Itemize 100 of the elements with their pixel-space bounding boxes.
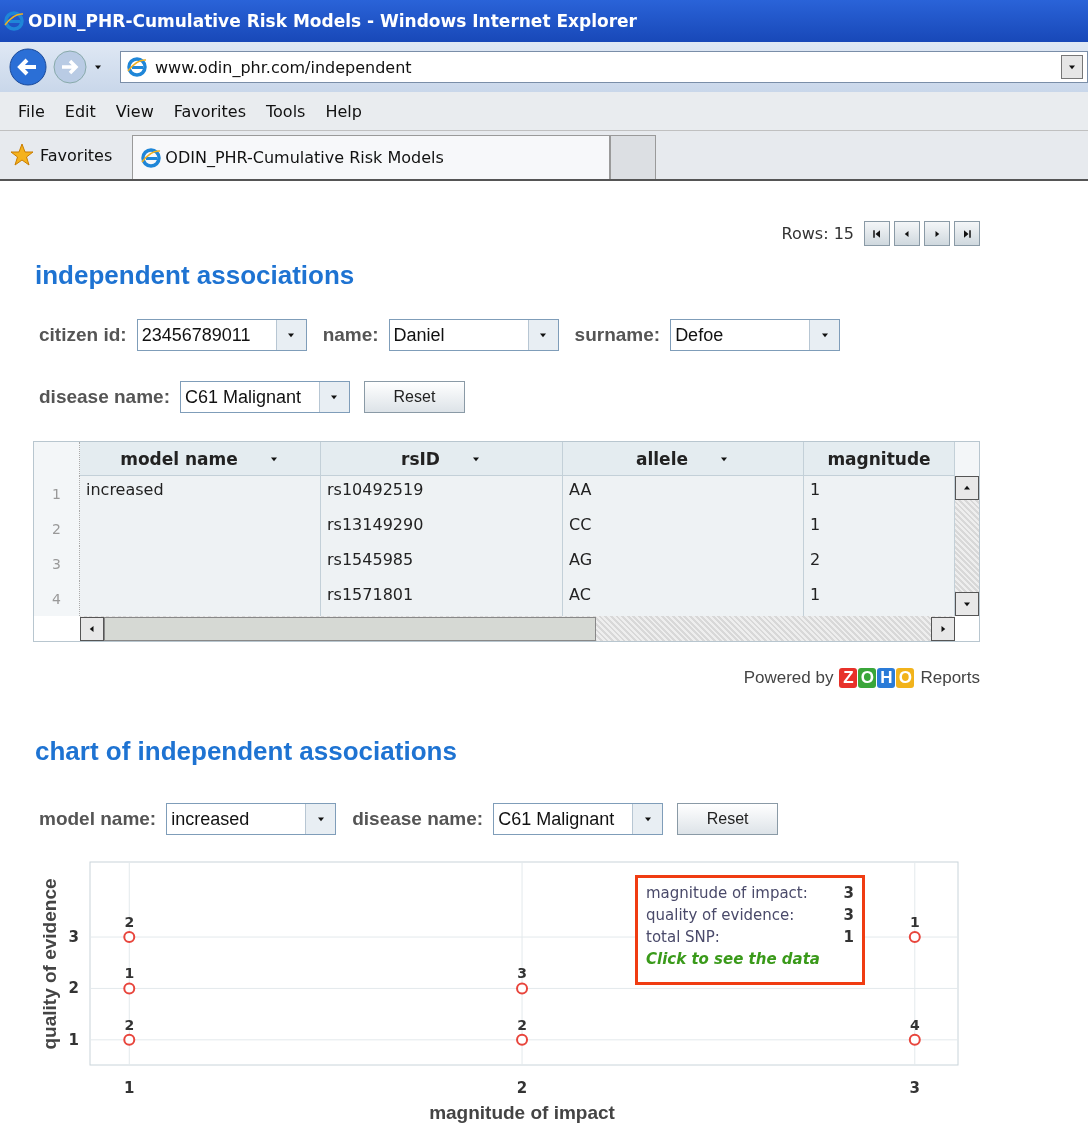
dropdown[interactable]: Daniel <box>388 319 559 351</box>
table-cell: 1 <box>804 476 955 511</box>
table-cell: rs1545985 <box>321 546 563 581</box>
powered-by-text: Powered by <box>743 668 834 688</box>
data-point[interactable] <box>516 982 529 995</box>
table-cell: 1 <box>804 581 955 616</box>
vertical-scrollbar[interactable] <box>955 476 979 616</box>
dropdown-button[interactable] <box>305 804 336 834</box>
table-cell: AA <box>563 476 804 511</box>
filter-label: citizen id: <box>39 324 127 346</box>
row-number: 3 <box>34 546 80 581</box>
table-cell: rs13149290 <box>321 511 563 546</box>
first-page-button[interactable] <box>864 221 890 246</box>
column-header[interactable]: model name <box>80 442 321 476</box>
rows-label: Rows: 15 <box>781 224 854 243</box>
x-tick-label: 1 <box>124 1079 135 1097</box>
back-icon[interactable] <box>8 47 48 87</box>
point-label: 3 <box>517 965 527 982</box>
row-number: 1 <box>34 476 80 511</box>
x-axis-title: magnitude of impact <box>429 1102 615 1123</box>
table-cell: increased <box>80 476 321 511</box>
table-cell: 2 <box>804 546 955 581</box>
table-cell: AC <box>563 581 804 616</box>
y-tick-label: 2 <box>68 979 79 998</box>
table-cell: 1 <box>804 511 955 546</box>
table-cell: AG <box>563 546 804 581</box>
row-number: 4 <box>34 581 80 616</box>
menu-item[interactable]: View <box>107 101 166 121</box>
column-header[interactable]: magnitude <box>804 442 955 476</box>
menu-item[interactable]: Help <box>317 101 374 121</box>
dropdown-button[interactable] <box>809 320 840 350</box>
tooltip-link[interactable]: Click to see the data <box>646 950 854 968</box>
x-tick-label: 3 <box>909 1079 920 1097</box>
new-tab-button[interactable] <box>610 135 657 179</box>
column-header[interactable]: rsID <box>321 442 563 476</box>
reports-text: Reports <box>920 668 980 688</box>
column-header[interactable]: allele <box>563 442 804 476</box>
scroll-down-button[interactable] <box>955 592 979 616</box>
point-label: 1 <box>124 965 135 982</box>
data-point[interactable] <box>516 1033 529 1046</box>
point-label: 2 <box>124 1016 135 1033</box>
dropdown[interactable]: C61 Malignant <box>493 803 664 835</box>
first-icon <box>871 227 883 240</box>
dropdown[interactable]: Defoe <box>670 319 841 351</box>
horizontal-scrollbar[interactable] <box>80 616 955 641</box>
dropdown[interactable]: increased <box>166 803 337 835</box>
browser-tab[interactable]: ODIN_PHR-Cumulative Risk Models <box>132 135 611 179</box>
section-heading: independent associations <box>35 260 356 291</box>
menu-item[interactable]: Favorites <box>165 101 258 121</box>
scrollbar-thumb[interactable] <box>104 616 596 641</box>
y-tick-label: 1 <box>68 1030 79 1049</box>
browser-icon <box>4 11 24 31</box>
logo-letter: O <box>896 668 915 688</box>
reset-button[interactable]: Reset <box>363 381 465 413</box>
star-icon <box>10 143 34 167</box>
logo-letter: H <box>877 668 896 688</box>
last-icon <box>961 227 973 240</box>
menu-item[interactable]: Tools <box>258 101 318 121</box>
menu-item[interactable]: Edit <box>56 101 108 121</box>
y-tick-label: 3 <box>68 928 79 947</box>
table-cell: rs10492519 <box>321 476 563 511</box>
reset-button[interactable]: Reset <box>677 803 779 835</box>
menu-item[interactable]: File <box>10 101 57 121</box>
address-field[interactable]: www.odin_phr.com/independent <box>120 51 1088 83</box>
address-dropdown-button[interactable] <box>1061 55 1083 79</box>
y-axis-title: quality of evidence <box>39 878 60 1050</box>
data-point[interactable] <box>123 982 136 995</box>
logo-letter: Z <box>839 668 858 688</box>
dropdown[interactable]: 23456789011 <box>136 319 307 351</box>
point-label: 2 <box>517 1016 527 1033</box>
data-point[interactable] <box>123 931 136 944</box>
last-page-button[interactable] <box>954 221 980 246</box>
tooltip-label: quality of evidence: <box>646 906 795 924</box>
header-corner <box>955 442 979 476</box>
filter-label: model name: <box>39 808 157 830</box>
point-label: 1 <box>909 914 920 931</box>
section-heading: chart of independent associations <box>35 736 458 767</box>
dropdown[interactable]: C61 Malignant <box>179 381 350 413</box>
tooltip-value: 1 <box>843 928 854 946</box>
tooltip-label: magnitude of impact: <box>646 884 808 902</box>
browser-icon <box>141 147 162 168</box>
filter-label: disease name: <box>352 808 484 830</box>
data-point[interactable] <box>908 1033 921 1046</box>
point-label: 4 <box>909 1016 920 1033</box>
point-label: 2 <box>124 914 135 931</box>
data-point[interactable] <box>123 1033 136 1046</box>
filter-label: name: <box>322 324 379 346</box>
tooltip-value: 3 <box>843 906 854 924</box>
scroll-left-button[interactable] <box>80 616 104 641</box>
filter-label: disease name: <box>39 386 170 408</box>
row-number: 2 <box>34 511 80 546</box>
scroll-right-button[interactable] <box>931 616 955 641</box>
data-point[interactable] <box>908 931 921 944</box>
x-tick-label: 2 <box>516 1079 528 1097</box>
table-cell: rs1571801 <box>321 581 563 616</box>
favorites-button[interactable]: Favorites <box>10 131 133 179</box>
header-corner <box>34 442 80 476</box>
dropdown-button[interactable] <box>632 804 663 834</box>
scroll-up-button[interactable] <box>955 476 979 500</box>
tooltip-label: total SNP: <box>646 928 720 946</box>
